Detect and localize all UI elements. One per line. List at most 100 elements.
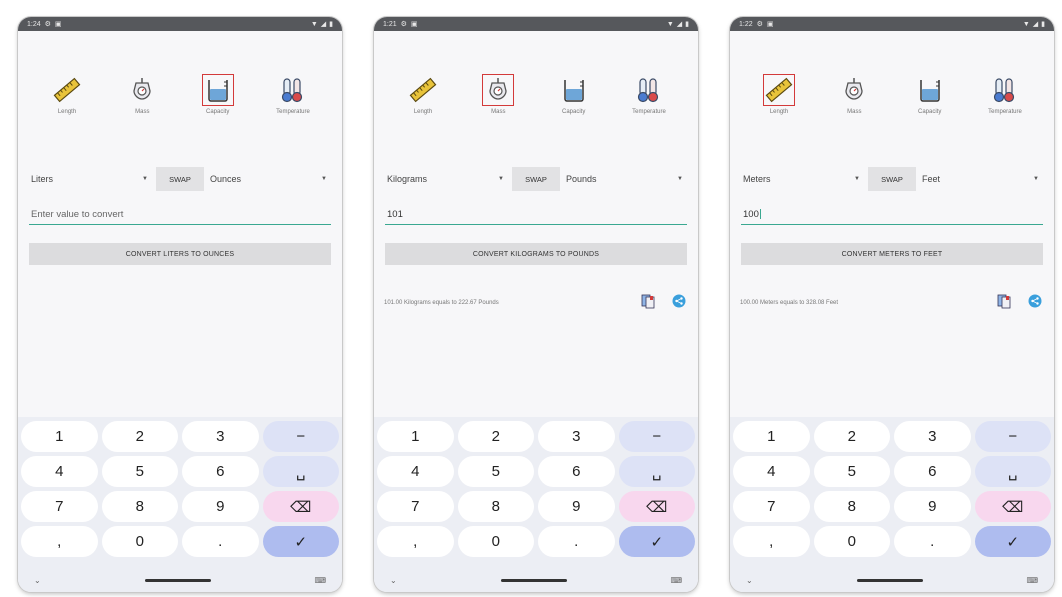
key-2[interactable]: 2 xyxy=(813,421,890,452)
key-6[interactable]: 6 xyxy=(538,456,615,487)
copy-icon[interactable] xyxy=(640,293,656,314)
key-9[interactable]: 9 xyxy=(182,491,259,522)
home-indicator[interactable] xyxy=(856,578,923,582)
key-7[interactable]: 7 xyxy=(733,491,810,522)
key-0[interactable]: 0 xyxy=(457,526,534,557)
key-1[interactable]: 1 xyxy=(733,421,810,452)
convert-button[interactable]: CONVERT LITERS TO OUNCES xyxy=(29,243,331,265)
value-input[interactable]: Enter value to convert xyxy=(29,205,331,225)
key-2[interactable]: 2 xyxy=(101,421,178,452)
convert-button[interactable]: CONVERT METERS TO FEET xyxy=(741,243,1043,265)
key-6[interactable]: 6 xyxy=(894,456,971,487)
minus-key[interactable]: − xyxy=(262,421,339,452)
key-6[interactable]: 6 xyxy=(182,456,259,487)
category-capacity[interactable]: Capacity xyxy=(539,75,609,135)
key-5[interactable]: 5 xyxy=(457,456,534,487)
key-5[interactable]: 5 xyxy=(101,456,178,487)
done-key[interactable]: ✓ xyxy=(262,526,339,557)
category-temperature[interactable]: Temperature xyxy=(970,75,1040,135)
category-mass[interactable]: Mass xyxy=(819,75,889,135)
key-3[interactable]: 3 xyxy=(182,421,259,452)
category-capacity[interactable]: Capacity xyxy=(183,74,253,135)
key-3[interactable]: 3 xyxy=(538,421,615,452)
key-8[interactable]: 8 xyxy=(101,491,178,522)
category-length[interactable]: Length xyxy=(32,75,102,135)
comma-key[interactable]: , xyxy=(377,526,454,557)
key-7[interactable]: 7 xyxy=(21,491,98,522)
category-length[interactable]: Length xyxy=(744,74,814,135)
share-icon[interactable] xyxy=(672,294,686,313)
swap-button[interactable]: SWAP xyxy=(868,167,916,191)
value-input[interactable]: 100 xyxy=(741,205,1043,225)
keyboard-hide-icon[interactable]: ⌄ xyxy=(34,576,41,585)
period-key[interactable]: . xyxy=(894,526,971,557)
key-9[interactable]: 9 xyxy=(894,491,971,522)
phone-screen: 1:24 ⚙ ▣ ▼ ◢ ▮ Length Mass Capacity Temp… xyxy=(18,17,342,592)
status-time: 1:22 xyxy=(739,20,753,28)
to-unit-select[interactable]: Ounces ▼ xyxy=(208,167,331,191)
input-value: 101 xyxy=(387,209,403,220)
key-1[interactable]: 1 xyxy=(21,421,98,452)
battery-icon: ▮ xyxy=(329,21,333,28)
category-temperature[interactable]: Temperature xyxy=(258,75,328,135)
from-unit-select[interactable]: Kilograms ▼ xyxy=(385,167,508,191)
category-temperature[interactable]: Temperature xyxy=(614,75,684,135)
done-key[interactable]: ✓ xyxy=(618,526,695,557)
keyboard-switch-icon[interactable]: ⌨ xyxy=(314,576,326,585)
key-4[interactable]: 4 xyxy=(377,456,454,487)
key-1[interactable]: 1 xyxy=(377,421,454,452)
space-key[interactable]: ␣ xyxy=(262,456,339,487)
key-0[interactable]: 0 xyxy=(101,526,178,557)
keyboard-hide-icon[interactable]: ⌄ xyxy=(746,576,753,585)
minus-key[interactable]: − xyxy=(618,421,695,452)
backspace-key[interactable]: ⌫ xyxy=(974,491,1051,522)
key-8[interactable]: 8 xyxy=(457,491,534,522)
category-label: Capacity xyxy=(561,109,586,115)
space-key[interactable]: ␣ xyxy=(974,456,1051,487)
key-0[interactable]: 0 xyxy=(813,526,890,557)
notification-icon: ▣ xyxy=(410,21,418,28)
beaker-icon xyxy=(915,75,945,105)
swap-button[interactable]: SWAP xyxy=(512,167,560,191)
from-unit-select[interactable]: Liters ▼ xyxy=(29,167,152,191)
key-4[interactable]: 4 xyxy=(733,456,810,487)
minus-key[interactable]: − xyxy=(974,421,1051,452)
value-input[interactable]: 101 xyxy=(385,205,687,225)
comma-key[interactable]: , xyxy=(21,526,98,557)
to-unit-select[interactable]: Pounds ▼ xyxy=(564,167,687,191)
backspace-key[interactable]: ⌫ xyxy=(262,491,339,522)
phone-screen: 1:21 ⚙ ▣ ▼ ◢ ▮ Length Mass Capacity Temp… xyxy=(374,17,698,592)
comma-key[interactable]: , xyxy=(733,526,810,557)
swap-button[interactable]: SWAP xyxy=(156,167,204,191)
from-unit-select[interactable]: Meters ▼ xyxy=(741,167,864,191)
category-mass[interactable]: Mass xyxy=(107,75,177,135)
chevron-down-icon: ▼ xyxy=(854,176,860,182)
key-7[interactable]: 7 xyxy=(377,491,454,522)
key-3[interactable]: 3 xyxy=(894,421,971,452)
backspace-key[interactable]: ⌫ xyxy=(618,491,695,522)
period-key[interactable]: . xyxy=(538,526,615,557)
home-indicator[interactable] xyxy=(144,578,211,582)
convert-button[interactable]: CONVERT KILOGRAMS TO POUNDS xyxy=(385,243,687,265)
key-8[interactable]: 8 xyxy=(813,491,890,522)
space-key[interactable]: ␣ xyxy=(618,456,695,487)
key-4[interactable]: 4 xyxy=(21,456,98,487)
category-length[interactable]: Length xyxy=(388,75,458,135)
keyboard-switch-icon[interactable]: ⌨ xyxy=(1026,576,1038,585)
copy-icon[interactable] xyxy=(996,293,1012,314)
category-capacity[interactable]: Capacity xyxy=(895,75,965,135)
key-2[interactable]: 2 xyxy=(457,421,534,452)
home-indicator[interactable] xyxy=(500,578,567,582)
key-9[interactable]: 9 xyxy=(538,491,615,522)
to-unit-select[interactable]: Feet ▼ xyxy=(920,167,1043,191)
share-icon[interactable] xyxy=(1028,294,1042,313)
thermometer-icon xyxy=(990,75,1020,105)
signal-icon: ◢ xyxy=(676,21,683,28)
category-label: Mass xyxy=(847,109,862,115)
done-key[interactable]: ✓ xyxy=(974,526,1051,557)
key-5[interactable]: 5 xyxy=(813,456,890,487)
keyboard-hide-icon[interactable]: ⌄ xyxy=(390,576,397,585)
keyboard-switch-icon[interactable]: ⌨ xyxy=(670,576,682,585)
category-mass[interactable]: Mass xyxy=(463,74,533,135)
period-key[interactable]: . xyxy=(182,526,259,557)
